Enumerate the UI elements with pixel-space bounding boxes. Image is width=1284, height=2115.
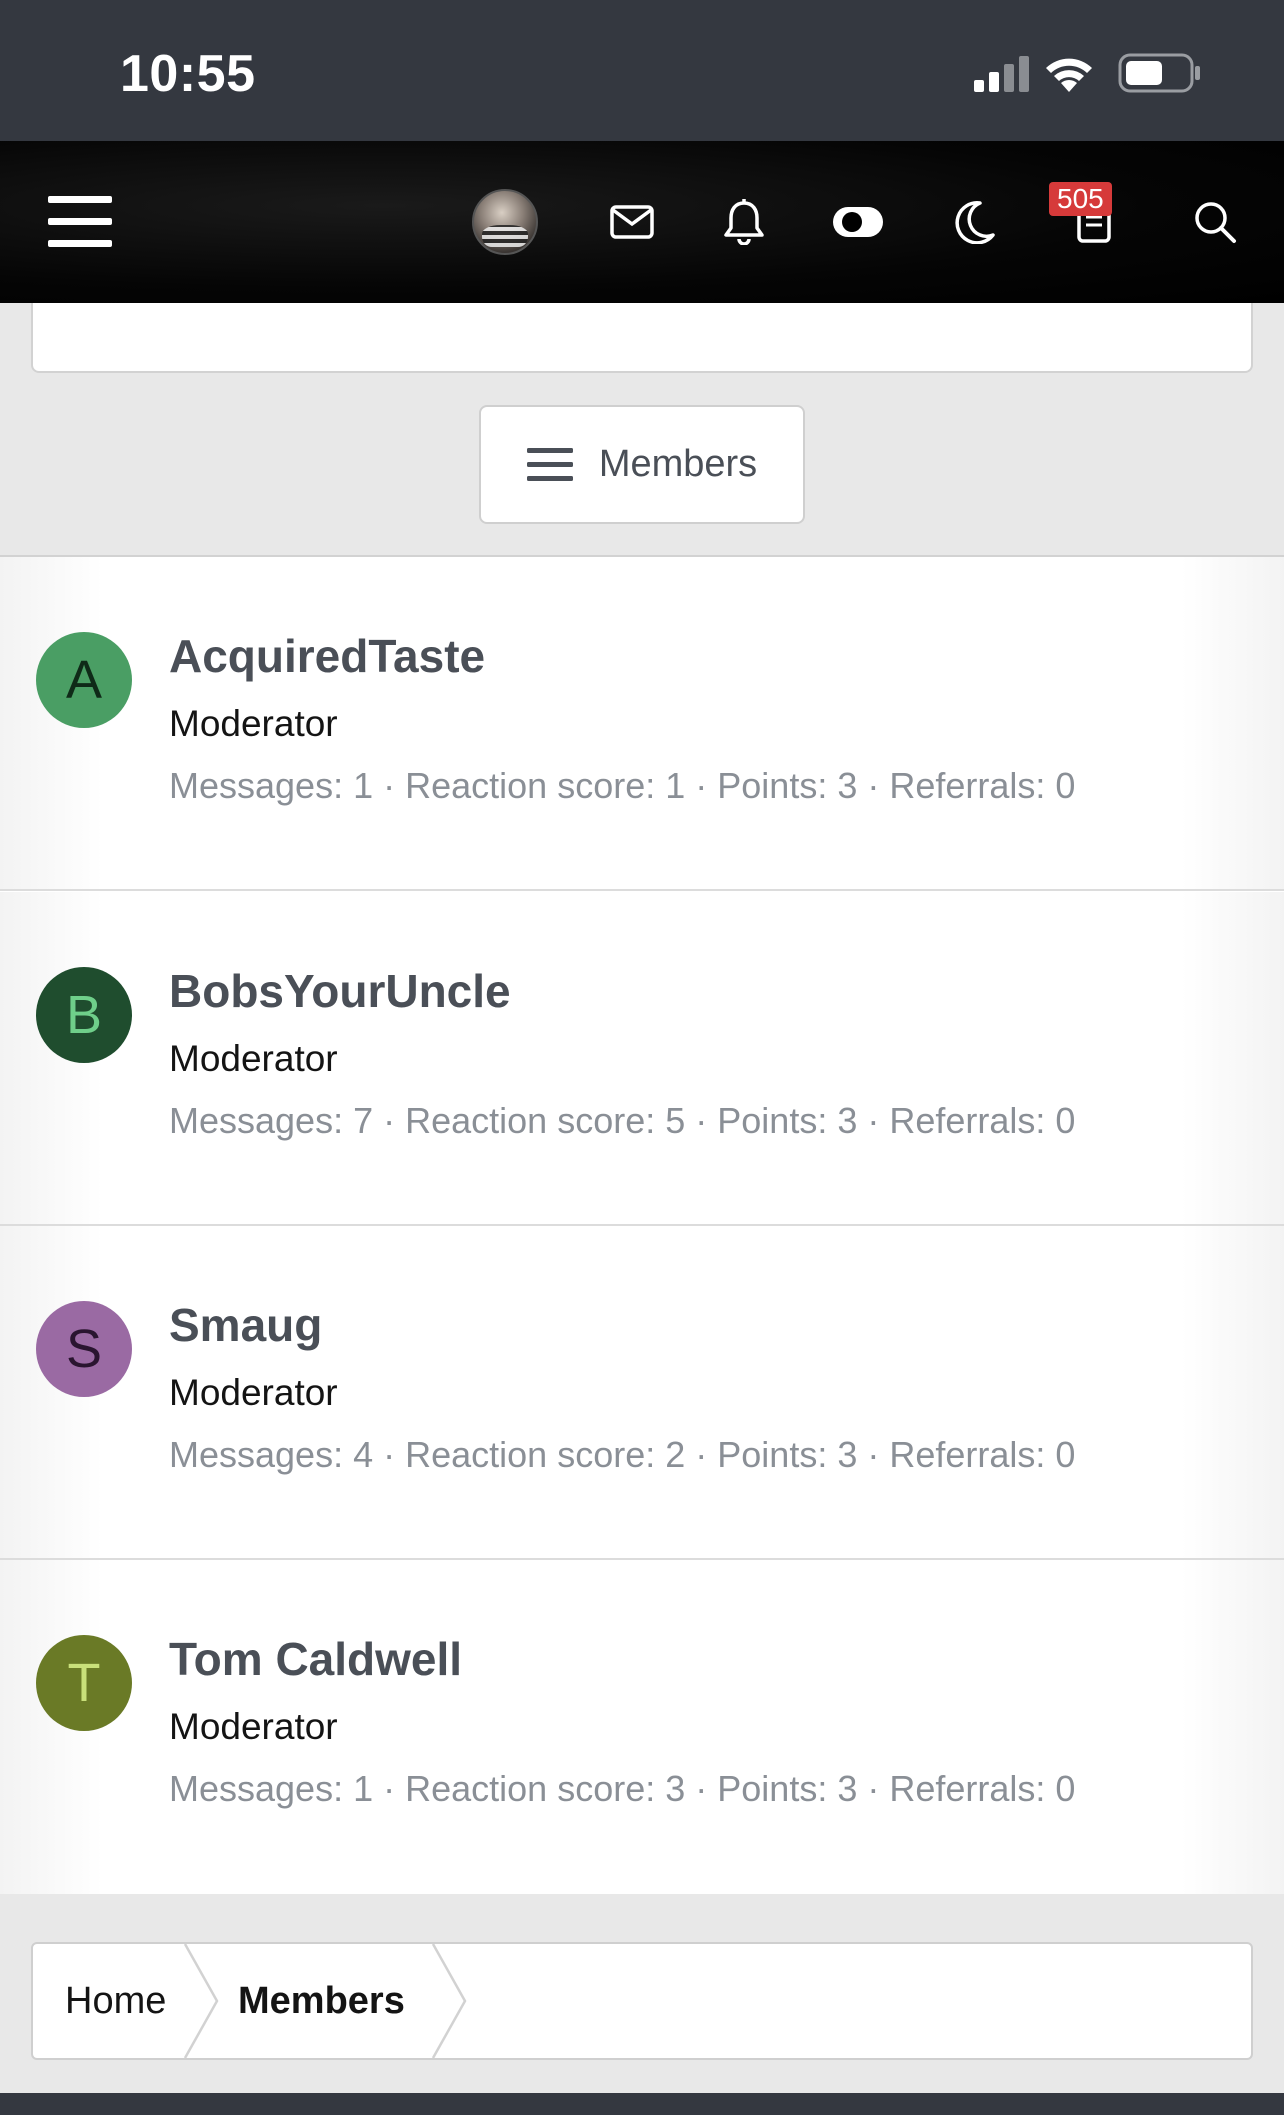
stat-separator: · xyxy=(695,765,708,806)
stat-separator: · xyxy=(695,1768,708,1809)
hamburger-menu-button[interactable] xyxy=(30,141,130,303)
stat-points: Points: 3 xyxy=(717,1100,858,1141)
member-avatar[interactable]: S xyxy=(36,1301,132,1397)
bottom-footer-strip xyxy=(0,2093,1284,2115)
moon-icon xyxy=(955,201,995,244)
member-row: S Smaug Moderator Messages: 4 · Reaction s… xyxy=(0,1226,1284,1560)
stat-referrals: Referrals: 0 xyxy=(889,1768,1076,1809)
battery-icon xyxy=(1118,53,1200,93)
stat-separator: · xyxy=(867,1434,880,1475)
whats-new-button[interactable] xyxy=(1054,141,1134,303)
member-avatar-initial: T xyxy=(67,1653,101,1713)
member-name-link[interactable]: AcquiredTaste xyxy=(169,629,485,683)
menu-lines-icon xyxy=(526,447,573,481)
breadcrumb-home-link[interactable]: Home xyxy=(65,1944,166,2058)
member-row: A AcquiredTaste Moderator Messages: 1 · Re… xyxy=(0,557,1284,891)
member-role: Moderator xyxy=(169,1372,338,1413)
members-menu-label: Members xyxy=(598,443,758,485)
dark-mode-button[interactable] xyxy=(935,141,1015,303)
style-toggle-button[interactable] xyxy=(818,141,898,303)
stat-messages: Messages: 1 xyxy=(169,765,374,806)
wifi-icon xyxy=(1046,58,1092,92)
top-nav-bar xyxy=(0,141,1284,303)
member-avatar-initial: B xyxy=(65,985,103,1045)
stat-points: Points: 3 xyxy=(717,1434,858,1475)
hamburger-icon xyxy=(48,196,112,247)
mail-icon xyxy=(610,205,654,239)
cellular-signal-icon xyxy=(974,56,1029,92)
conversations-button[interactable] xyxy=(592,141,672,303)
stat-messages: Messages: 1 xyxy=(169,1768,374,1809)
stat-points: Points: 3 xyxy=(717,1768,858,1809)
stat-reaction-score: Reaction score: 2 xyxy=(405,1434,686,1475)
member-list: A AcquiredTaste Moderator Messages: 1 · Re… xyxy=(0,555,1284,1894)
member-row: B BobsYourUncle Moderator Messages: 7 · Re… xyxy=(0,892,1284,1226)
stat-separator: · xyxy=(867,1768,880,1809)
stat-reaction-score: Reaction score: 5 xyxy=(405,1100,686,1141)
stat-referrals: Referrals: 0 xyxy=(889,765,1076,806)
member-avatar[interactable]: T xyxy=(36,1635,132,1731)
member-name-link[interactable]: BobsYourUncle xyxy=(169,964,511,1018)
stat-separator: · xyxy=(383,1100,396,1141)
stat-separator: · xyxy=(867,765,880,806)
stat-separator: · xyxy=(867,1100,880,1141)
search-icon xyxy=(1195,202,1236,243)
stat-separator: · xyxy=(383,1434,396,1475)
member-role: Moderator xyxy=(169,1038,338,1079)
search-button[interactable] xyxy=(1175,141,1255,303)
stat-separator: · xyxy=(383,1768,396,1809)
member-stats: Messages: 1 · Reaction score: 1 · Points: 3 ·… xyxy=(169,765,1075,807)
status-bar: 10:55 xyxy=(0,0,1284,141)
breadcrumb: Home Members xyxy=(31,1942,1253,2060)
stat-separator: · xyxy=(695,1100,708,1141)
member-name-link[interactable]: Tom Caldwell xyxy=(169,1632,462,1686)
member-name-link[interactable]: Smaug xyxy=(169,1298,322,1352)
member-avatar[interactable]: B xyxy=(36,967,132,1063)
member-role: Moderator xyxy=(169,703,338,744)
bell-icon xyxy=(724,199,764,245)
breadcrumb-members-link[interactable]: Members xyxy=(238,1944,405,2058)
stat-points: Points: 3 xyxy=(717,765,858,806)
notification-count-badge[interactable]: 505 xyxy=(1049,182,1112,216)
breadcrumb-separator-icon xyxy=(431,1944,467,2058)
member-stats: Messages: 7 · Reaction score: 5 · Points: 3 ·… xyxy=(169,1100,1075,1142)
member-avatar-initial: A xyxy=(65,650,103,710)
member-avatar-initial: S xyxy=(65,1319,103,1379)
member-row: T Tom Caldwell Moderator Messages: 1 · Rea… xyxy=(0,1560,1284,1894)
stat-referrals: Referrals: 0 xyxy=(889,1100,1076,1141)
stat-reaction-score: Reaction score: 3 xyxy=(405,1768,686,1809)
members-menu-button[interactable]: Members xyxy=(479,405,805,524)
member-role: Moderator xyxy=(169,1706,338,1747)
avatar xyxy=(472,189,538,255)
member-stats: Messages: 4 · Reaction score: 2 · Points: 3 ·… xyxy=(169,1434,1075,1476)
member-avatar[interactable]: A xyxy=(36,632,132,728)
account-avatar-button[interactable] xyxy=(465,141,545,303)
stat-messages: Messages: 4 xyxy=(169,1434,374,1475)
member-stats: Messages: 1 · Reaction score: 3 · Points: 3 ·… xyxy=(169,1768,1075,1810)
alerts-button[interactable] xyxy=(704,141,784,303)
stat-separator: · xyxy=(383,765,396,806)
stat-reaction-score: Reaction score: 1 xyxy=(405,765,686,806)
stat-referrals: Referrals: 0 xyxy=(889,1434,1076,1475)
top-card-partial xyxy=(31,303,1253,373)
toggle-icon xyxy=(833,207,883,237)
stat-separator: · xyxy=(695,1434,708,1475)
breadcrumb-separator-icon xyxy=(183,1944,219,2058)
stat-messages: Messages: 7 xyxy=(169,1100,374,1141)
status-time: 10:55 xyxy=(120,45,256,103)
